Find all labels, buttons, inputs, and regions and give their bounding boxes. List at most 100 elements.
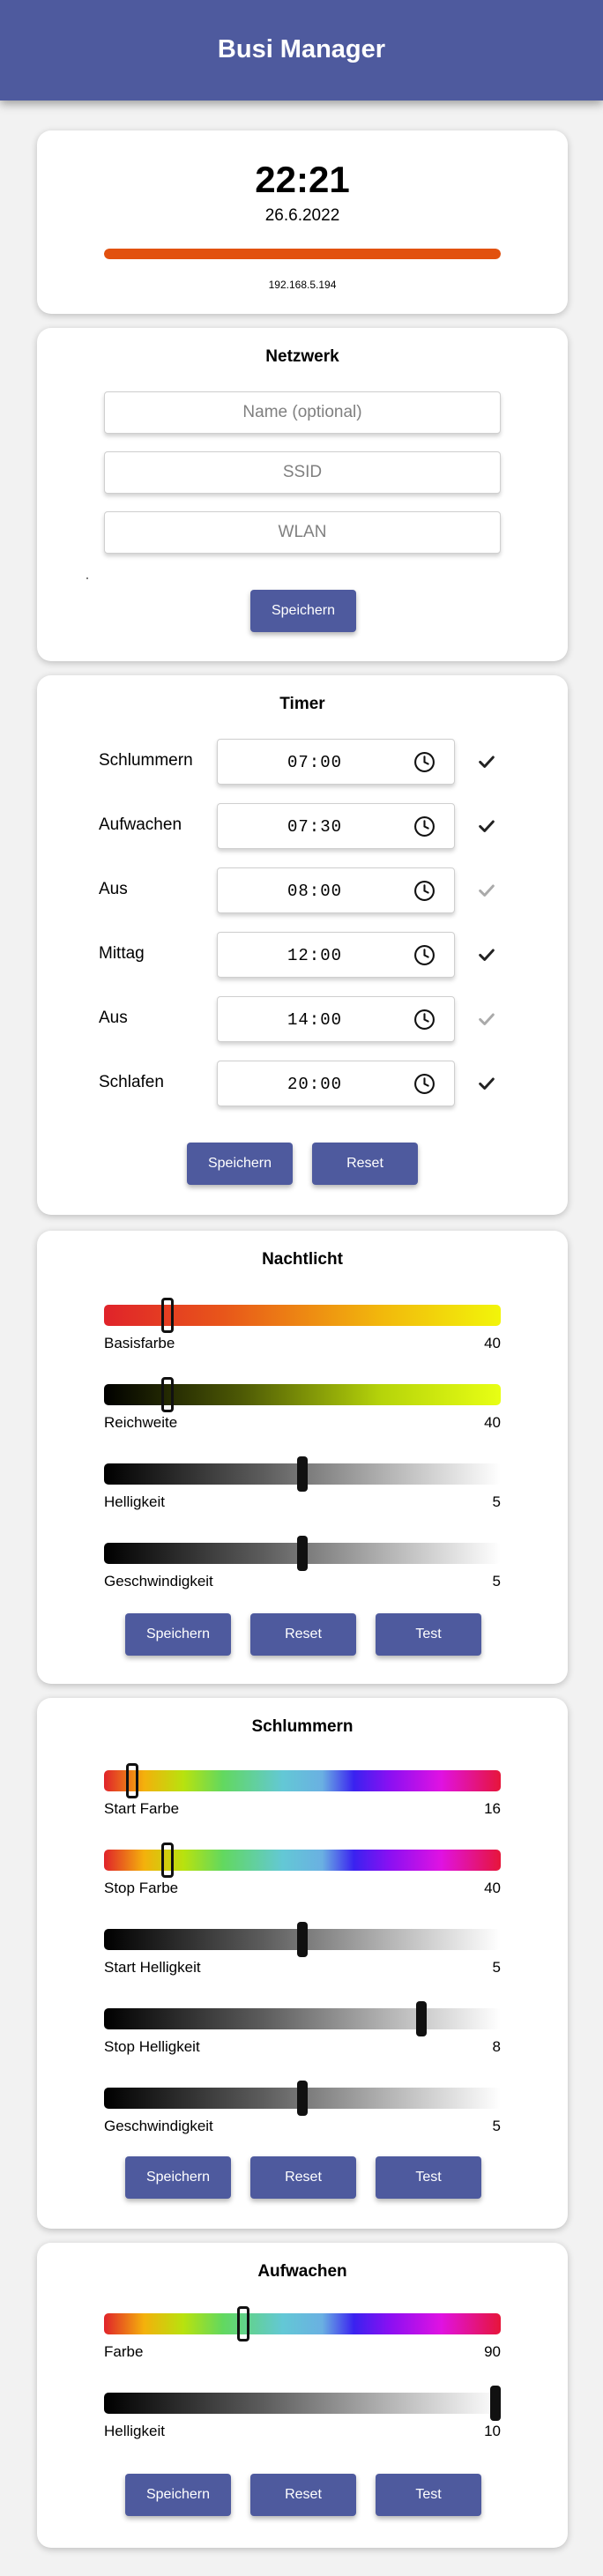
slider[interactable] xyxy=(104,1843,501,1878)
enable-checkbox[interactable] xyxy=(474,814,499,838)
snooze-title: Schlummern xyxy=(251,1717,354,1736)
time-input[interactable]: 08:00 xyxy=(217,867,455,913)
slider-track xyxy=(104,1770,501,1791)
network-title: Netzwerk xyxy=(265,347,339,366)
nightlight-reset-button[interactable]: Reset xyxy=(250,1613,356,1656)
slider-label: Basisfarbe xyxy=(104,1335,175,1351)
timer-label: Schlummern xyxy=(99,751,193,770)
timer-save-button[interactable]: Speichern xyxy=(187,1143,293,1185)
slider-label: Stop Helligkeit xyxy=(104,2038,200,2055)
check-icon xyxy=(479,820,495,832)
slider[interactable] xyxy=(104,1298,501,1333)
nightlight-save-button[interactable]: Speichern xyxy=(125,1613,231,1656)
snooze-reset-button[interactable]: Reset xyxy=(250,2156,356,2199)
clock-icon[interactable] xyxy=(413,1009,436,1031)
time-value: 07:00 xyxy=(287,753,342,772)
slider-thumb[interactable] xyxy=(125,1763,138,1798)
slider-thumb[interactable] xyxy=(161,1843,174,1878)
slider-label: Geschwindigkeit xyxy=(104,2118,213,2134)
progress-bar xyxy=(104,249,501,259)
slider-thumb[interactable] xyxy=(236,2306,249,2341)
slider[interactable] xyxy=(104,1536,501,1571)
name-input[interactable] xyxy=(104,391,501,434)
slider[interactable] xyxy=(104,2306,501,2341)
enable-checkbox[interactable] xyxy=(474,878,499,903)
time-input[interactable]: 12:00 xyxy=(217,932,455,978)
time-value: 07:30 xyxy=(287,817,342,837)
clock-icon[interactable] xyxy=(413,880,436,902)
slider-label: Helligkeit xyxy=(104,2423,165,2439)
slider-track xyxy=(104,2008,501,2029)
time-input[interactable]: 14:00 xyxy=(217,996,455,1042)
status-card: 22:21 26.6.2022 192.168.5.194 xyxy=(37,130,568,314)
clock-icon[interactable] xyxy=(413,944,436,966)
wakeup-title: Aufwachen xyxy=(257,2262,347,2281)
time-value: 14:00 xyxy=(287,1010,342,1030)
ssid-input[interactable] xyxy=(104,451,501,494)
timer-label: Schlafen xyxy=(99,1073,164,1091)
timer-reset-button[interactable]: Reset xyxy=(312,1143,418,1185)
timer-label: Mittag xyxy=(99,944,145,963)
slider[interactable] xyxy=(104,2081,501,2116)
slider-value: 40 xyxy=(484,1414,501,1431)
current-date: 26.6.2022 xyxy=(264,206,340,225)
slider-thumb[interactable] xyxy=(297,1536,308,1571)
slider[interactable] xyxy=(104,1377,501,1412)
time-value: 20:00 xyxy=(287,1075,342,1094)
time-input[interactable]: 07:30 xyxy=(217,803,455,849)
ip-address: 192.168.5.194 xyxy=(268,279,337,291)
slider-value: 40 xyxy=(484,1880,501,1896)
time-input[interactable]: 07:00 xyxy=(217,739,455,785)
slider[interactable] xyxy=(104,2386,501,2421)
wakeup-test-button[interactable]: Test xyxy=(376,2474,481,2516)
slider-thumb[interactable] xyxy=(161,1298,174,1333)
check-icon xyxy=(479,949,495,961)
check-icon xyxy=(479,884,495,897)
timer-label: Aufwachen xyxy=(99,815,182,834)
enable-checkbox[interactable] xyxy=(474,749,499,774)
check-icon xyxy=(479,756,495,768)
slider-label: Start Farbe xyxy=(104,1800,180,1817)
clock-icon[interactable] xyxy=(413,1073,436,1095)
enable-checkbox[interactable] xyxy=(474,942,499,967)
snooze-card: Schlummern Start Farbe 16 Stop Farbe 40 Star… xyxy=(37,1698,568,2229)
slider-label: Start Helligkeit xyxy=(104,1959,201,1976)
app-header: Busi Manager xyxy=(0,0,603,101)
time-input[interactable]: 20:00 xyxy=(217,1061,455,1106)
network-save-button[interactable]: Speichern xyxy=(250,590,356,632)
nightlight-card: Nachtlicht Basisfarbe 40 Reichweite 40 Helli… xyxy=(37,1231,568,1684)
enable-checkbox[interactable] xyxy=(474,1071,499,1096)
clock-icon[interactable] xyxy=(413,751,436,773)
timer-card: Timer Schlummern 07:00 Aufwachen 07:30 Aus 08… xyxy=(37,675,568,1215)
snooze-save-button[interactable]: Speichern xyxy=(125,2156,231,2199)
slider-thumb[interactable] xyxy=(490,2386,501,2421)
slider-value: 10 xyxy=(484,2423,501,2439)
snooze-test-button[interactable]: Test xyxy=(376,2156,481,2199)
slider-thumb[interactable] xyxy=(416,2001,427,2036)
wakeup-card: Aufwachen Farbe 90 Helligkeit 10 Speichern … xyxy=(37,2243,568,2548)
slider-thumb[interactable] xyxy=(161,1377,174,1412)
clock-icon[interactable] xyxy=(413,815,436,838)
slider-value: 5 xyxy=(492,1493,501,1510)
slider[interactable] xyxy=(104,2001,501,2036)
wakeup-reset-button[interactable]: Reset xyxy=(250,2474,356,2516)
slider-thumb[interactable] xyxy=(297,1922,308,1957)
enable-checkbox[interactable] xyxy=(474,1007,499,1031)
nightlight-test-button[interactable]: Test xyxy=(376,1613,481,1656)
check-icon xyxy=(479,1013,495,1025)
slider-value: 5 xyxy=(492,1959,501,1976)
slider-track xyxy=(104,2393,501,2414)
slider-track xyxy=(104,2313,501,2334)
slider-thumb[interactable] xyxy=(297,1456,308,1492)
wlan-password-input[interactable] xyxy=(104,511,501,554)
time-value: 12:00 xyxy=(287,946,342,965)
check-icon xyxy=(479,1077,495,1090)
timer-title: Timer xyxy=(279,695,325,713)
slider[interactable] xyxy=(104,1456,501,1492)
wakeup-save-button[interactable]: Speichern xyxy=(125,2474,231,2516)
slider[interactable] xyxy=(104,1763,501,1798)
slider[interactable] xyxy=(104,1922,501,1957)
timer-label: Aus xyxy=(99,1009,128,1027)
slider-thumb[interactable] xyxy=(297,2081,308,2116)
nightlight-title: Nachtlicht xyxy=(262,1250,343,1269)
